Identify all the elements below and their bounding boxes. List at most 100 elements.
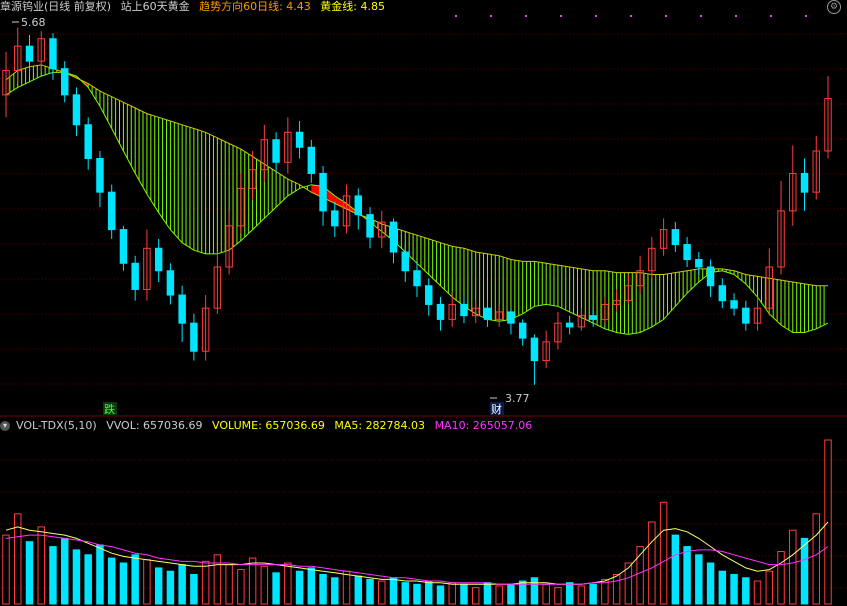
candle-body: [730, 300, 738, 309]
volume-bar: [471, 587, 480, 605]
volume-label: VOLUME:: [212, 419, 262, 432]
gold-label: 黄金线:: [320, 0, 358, 13]
candle-body: [49, 38, 57, 70]
candle-body: [307, 146, 316, 174]
volume-bar: [354, 575, 363, 605]
ma10-field: MA10: 265057.06: [435, 419, 533, 432]
dropdown-arrow-icon[interactable]: ▾: [0, 421, 10, 431]
gold-field: 黄金线: 4.85: [320, 0, 385, 13]
price-header: 章源钨业(日线 前复权) 站上60天黄金 趋势方向60日线: 4.43 黄金线:…: [0, 0, 391, 14]
candle-body: [401, 251, 409, 272]
ma10-value: 265057.06: [472, 419, 533, 432]
candle-body: [107, 191, 116, 231]
volume-bar: [554, 587, 562, 605]
candlesticks[interactable]: [2, 27, 832, 385]
volume-bar: [366, 578, 374, 605]
chart-canvas[interactable]: 5.68 3.77 跌 财: [0, 0, 847, 606]
volume-bar: [777, 551, 785, 605]
trend-label: 趋势方向60日线:: [199, 0, 283, 13]
gold-value: 4.85: [360, 0, 386, 13]
candle-body: [354, 195, 363, 216]
volume-bar: [107, 557, 116, 605]
volume-bar: [49, 546, 57, 605]
volume-bar: [789, 529, 797, 605]
candle-body: [190, 322, 198, 352]
candle-body: [96, 157, 104, 193]
candle-body: [718, 285, 727, 302]
signal-dot: [595, 15, 597, 17]
signal-dot: [455, 15, 457, 17]
low-label: 3.77: [505, 392, 530, 405]
volume-bar: [72, 549, 81, 605]
volume-bar: [378, 580, 386, 605]
volume-bar: [565, 582, 574, 605]
candle-body: [154, 247, 163, 272]
volume-bar: [37, 526, 45, 605]
candle-body: [565, 322, 574, 328]
candle-body: [295, 131, 304, 148]
volume-bar: [495, 585, 503, 605]
volume-bar: [237, 569, 245, 605]
signal-dot: [630, 15, 632, 17]
candle-body: [60, 68, 69, 96]
volume-bar: [460, 583, 468, 605]
candle-body: [119, 229, 128, 264]
candle-body: [695, 259, 703, 268]
volume-bar: [2, 534, 10, 605]
volume-bar: [60, 537, 69, 605]
vvol-label: VVOL:: [106, 419, 140, 432]
settings-gear-icon[interactable]: ⚙: [827, 0, 841, 14]
volume-bar: [143, 559, 151, 605]
marker-die[interactable]: 跌: [104, 402, 115, 416]
vol-title[interactable]: VOL-TDX(5,10): [16, 419, 97, 432]
volume-bar: [413, 583, 421, 605]
volume-bar: [119, 562, 128, 605]
candle-body: [131, 262, 139, 290]
volume-bar: [25, 541, 34, 605]
volume-bar: [96, 544, 104, 605]
volume-bar: [730, 573, 738, 605]
volume-bar: [425, 580, 433, 605]
signal-dots: [455, 15, 807, 17]
volume-bar: [213, 554, 222, 605]
candle-body: [413, 270, 421, 287]
candle-body: [72, 94, 81, 126]
volume-bar: [225, 564, 233, 605]
candle-body: [589, 315, 597, 320]
volume-bar: [272, 572, 280, 605]
candle-body: [166, 270, 175, 296]
volume-bar: [542, 583, 550, 605]
volume-bar: [800, 537, 809, 605]
volume-bar: [401, 582, 409, 605]
ma5-label: MA5:: [334, 419, 363, 432]
stock-label: 章源钨业(日线 前复权): [0, 0, 112, 13]
volume-field: VOLUME: 657036.69: [212, 419, 325, 432]
volume-bar: [84, 554, 92, 605]
trend-value: 4.43: [286, 0, 311, 13]
volume-bar: [671, 534, 680, 605]
volume-bar: [507, 583, 515, 605]
marker-cai[interactable]: 财: [491, 402, 502, 416]
signal-dot: [735, 15, 737, 17]
candle-body: [366, 214, 374, 238]
candle-body: [25, 45, 34, 62]
indicator-name: 站上60天黄金: [120, 0, 190, 13]
volume-bar: [753, 580, 762, 605]
candle-body: [389, 221, 398, 253]
ma5-field: MA5: 282784.03: [334, 419, 425, 432]
volume-bar: [319, 573, 327, 605]
candle-body: [272, 139, 280, 163]
volume-bar: [190, 573, 198, 605]
volume-bar: [718, 570, 727, 605]
volume-bar: [483, 582, 492, 605]
vvol-value: 657036.69: [143, 419, 203, 432]
candle-body: [436, 303, 445, 320]
volume-bar: [695, 554, 703, 605]
volume-bar: [178, 564, 186, 605]
candle-body: [800, 172, 809, 193]
candle-body: [460, 303, 468, 317]
volume-header: ▾ VOL-TDX(5,10) VVOL: 657036.69 VOLUME: 6…: [0, 419, 538, 433]
ma10-label: MA10:: [434, 419, 470, 432]
signal-dot: [560, 15, 562, 17]
signal-dot: [770, 15, 772, 17]
